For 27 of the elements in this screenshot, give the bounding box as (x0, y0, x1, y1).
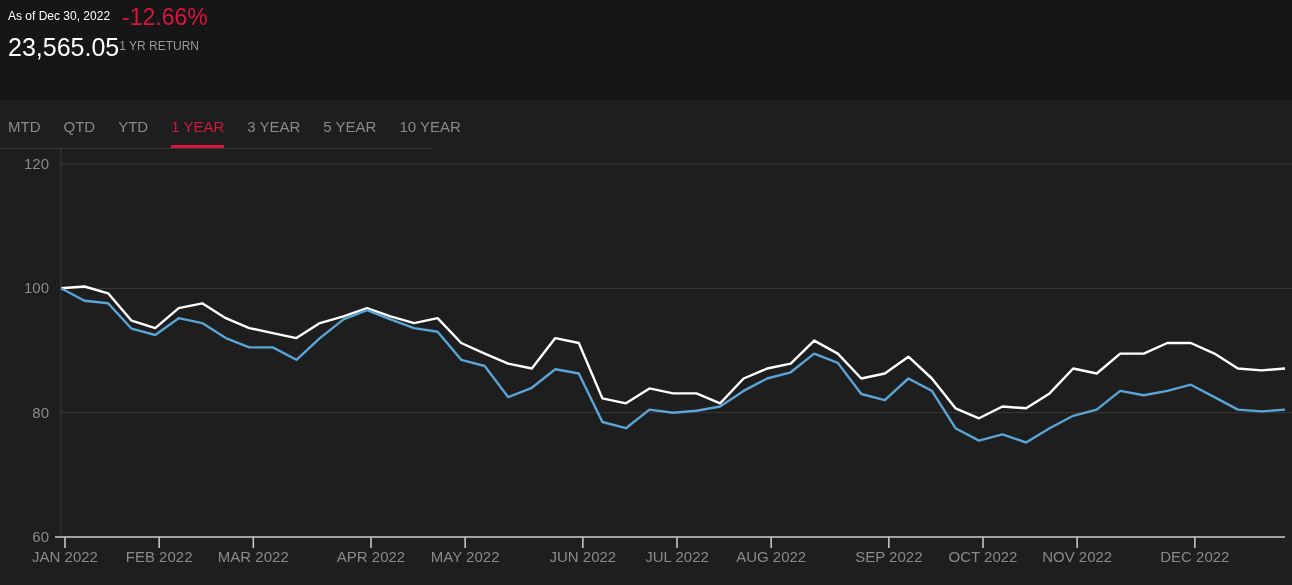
as-of-date: As of Dec 30, 2022 (8, 9, 111, 23)
x-axis-label: AUG 2022 (736, 548, 807, 565)
period-tab[interactable]: 3 YEAR (247, 112, 301, 148)
x-axis-label: APR 2022 (336, 548, 406, 565)
y-axis-label: 80 (32, 403, 49, 421)
x-axis-label: OCT 2022 (948, 548, 1018, 565)
period-tab[interactable]: 10 YEAR (399, 112, 461, 148)
x-axis-label: JUN 2022 (549, 548, 617, 565)
x-axis-label: JUL 2022 (645, 548, 709, 565)
period-tab[interactable]: MTD (8, 112, 41, 148)
x-axis-label: SEP 2022 (855, 548, 923, 565)
x-axis-label: MAR 2022 (217, 548, 289, 565)
return-value: -12.66% (122, 4, 208, 31)
x-axis-label: MAY 2022 (430, 548, 500, 565)
period-tab[interactable]: 1 YEAR (171, 112, 225, 148)
price-value: 23,565.05 (8, 33, 120, 62)
y-axis-label: 120 (23, 155, 49, 172)
y-axis-label: 100 (23, 279, 49, 297)
x-axis-label: FEB 2022 (125, 548, 193, 565)
period-tab[interactable]: QTD (63, 112, 96, 148)
x-axis-label: JAN 2022 (32, 548, 98, 565)
period-tab[interactable]: YTD (118, 112, 149, 148)
x-axis-label: DEC 2022 (1160, 548, 1230, 565)
return-label: 1 YR RETURN (119, 39, 199, 53)
y-axis-label: 60 (32, 528, 49, 545)
period-tab[interactable]: 5 YEAR (323, 112, 377, 148)
x-axis-label: NOV 2022 (1042, 548, 1113, 565)
